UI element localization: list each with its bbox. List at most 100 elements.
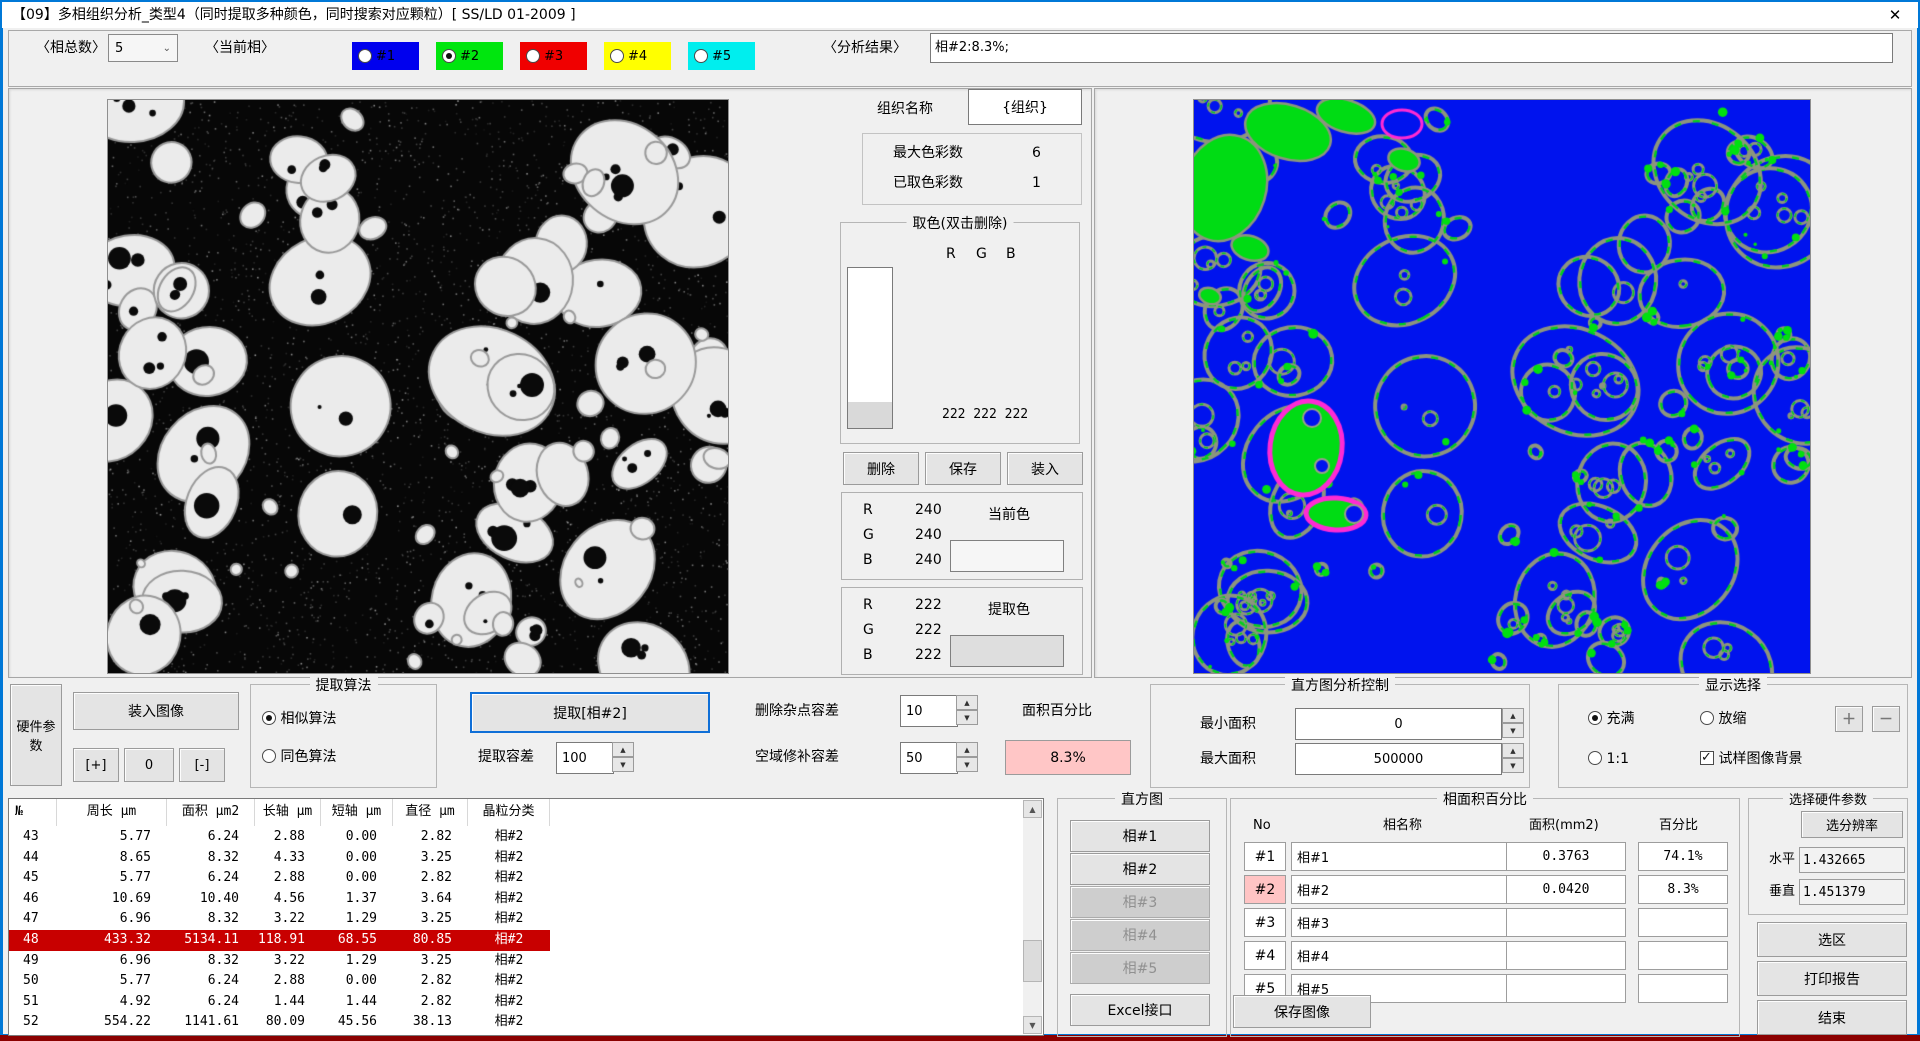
max-area-input[interactable]: 500000 <box>1295 743 1502 775</box>
small-minus-button[interactable]: － <box>1872 706 1900 732</box>
table-row[interactable]: 448.658.324.330.003.25相#2 <box>9 848 550 869</box>
phase-name-input[interactable]: 相#2 <box>1291 875 1528 904</box>
display-one-to-one-radio[interactable]: 1:1 <box>1588 750 1629 768</box>
zoom-minus-button[interactable]: [-] <box>179 748 225 782</box>
save-image-button[interactable]: 保存图像 <box>1233 995 1371 1028</box>
table-row[interactable]: 514.926.241.441.442.82相#2 <box>9 992 550 1013</box>
table-scrollbar[interactable]: ▲ ▼ <box>1023 800 1042 1034</box>
max-area-spinner[interactable]: ▲▼ <box>1502 743 1524 773</box>
scroll-down-icon[interactable]: ▼ <box>1023 1016 1042 1034</box>
spin-down-icon[interactable]: ▼ <box>1502 723 1524 738</box>
area-percent-label: 面积百分比 <box>1022 702 1092 720</box>
table-row[interactable]: 496.968.323.221.293.25相#2 <box>9 951 550 972</box>
area-percent-box: 8.3% <box>1005 740 1131 775</box>
close-button[interactable]: ✕ <box>1876 3 1914 26</box>
noise-tolerance-input[interactable]: 10 <box>900 695 958 727</box>
table-row[interactable]: 48433.325134.11118.9168.5580.85相#2 <box>9 930 550 951</box>
load-color-button[interactable]: 装入 <box>1007 452 1083 485</box>
max-colors-value: 6 <box>1032 144 1041 162</box>
source-image-canvas[interactable] <box>108 100 728 673</box>
picked-color-list[interactable] <box>847 267 893 429</box>
load-color-label: 装入 <box>1031 459 1059 479</box>
phase-no-cell[interactable]: #2 <box>1244 875 1286 904</box>
grain-table[interactable]: №周长 μm面积 μm2长轴 μm短轴 μm直径 μm晶粒分类 435.776.… <box>8 798 1044 1036</box>
min-area-spinner[interactable]: ▲▼ <box>1502 708 1524 738</box>
phase-chip-4[interactable]: #4 <box>604 42 671 70</box>
spin-down-icon[interactable]: ▼ <box>612 757 634 772</box>
table-row[interactable]: 505.776.242.880.002.82相#2 <box>9 971 550 992</box>
table-cell: 45 <box>9 868 57 889</box>
spin-down-icon[interactable]: ▼ <box>956 710 978 725</box>
table-row[interactable]: 476.968.323.221.293.25相#2 <box>9 909 550 930</box>
phase-no-cell[interactable]: #3 <box>1244 908 1286 937</box>
table-cell: 相#2 <box>468 827 550 848</box>
phase-chip-3[interactable]: #3 <box>520 42 587 70</box>
scroll-thumb[interactable] <box>1023 940 1042 982</box>
table-row[interactable]: 5311.4810.407.210.003.62相#2 <box>9 1033 550 1036</box>
table-cell: 2.82 <box>393 971 468 992</box>
phase-name-input[interactable]: 相#1 <box>1291 842 1528 871</box>
grain-table-body[interactable]: 435.776.242.880.002.82相#2448.658.324.330… <box>9 799 1043 1035</box>
phase-total-dropdown[interactable]: 5 ⌄ <box>108 34 178 62</box>
spin-up-icon[interactable]: ▲ <box>956 742 978 757</box>
phase-chip-1[interactable]: #1 <box>352 42 419 70</box>
load-image-button[interactable]: 装入图像 <box>73 692 239 730</box>
col-no-header: No <box>1253 817 1271 835</box>
table-cell: 相#2 <box>468 992 550 1013</box>
table-row[interactable]: 4610.6910.404.561.373.64相#2 <box>9 889 550 910</box>
phase-name-input[interactable]: 相#3 <box>1291 908 1528 937</box>
end-button[interactable]: 结束 <box>1757 1000 1907 1035</box>
min-area-input[interactable]: 0 <box>1295 708 1502 740</box>
analysis-result-box[interactable]: 相#2:8.3%; <box>930 33 1893 63</box>
phase-pct-value <box>1638 974 1728 1003</box>
print-report-label: 打印报告 <box>1804 969 1860 989</box>
display-full-radio[interactable]: 充满 <box>1588 710 1634 728</box>
vertical-input[interactable]: 1.451379 <box>1799 879 1905 905</box>
phase-chip-5[interactable]: #5 <box>688 42 755 70</box>
hardware-params-button[interactable]: 硬件参数 <box>10 684 62 786</box>
tolerance-input[interactable]: 100 <box>556 742 614 774</box>
spin-down-icon[interactable]: ▼ <box>1502 758 1524 773</box>
horizontal-input[interactable]: 1.432665 <box>1799 847 1905 873</box>
sample-bg-checkbox[interactable]: 试样图像背景 <box>1700 750 1802 768</box>
current-color-swatch <box>950 540 1064 572</box>
delete-color-button[interactable]: 删除 <box>843 452 919 485</box>
algo-same-radio[interactable]: 同色算法 <box>262 748 336 766</box>
spin-up-icon[interactable]: ▲ <box>612 742 634 757</box>
structure-name-input[interactable]: {组织} <box>968 89 1082 125</box>
table-row[interactable]: 435.776.242.880.002.82相#2 <box>9 827 550 848</box>
tolerance-spinner[interactable]: ▲▼ <box>612 742 634 772</box>
spin-up-icon[interactable]: ▲ <box>1502 743 1524 758</box>
fill-tolerance-spinner[interactable]: ▲▼ <box>956 742 978 772</box>
load-image-label: 装入图像 <box>128 701 184 721</box>
resolution-button[interactable]: 选分辨率 <box>1801 811 1903 838</box>
algo-similar-radio[interactable]: 相似算法 <box>262 710 336 728</box>
extract-button[interactable]: 提取[相#2] <box>470 692 710 733</box>
phase-no-cell[interactable]: #4 <box>1244 941 1286 970</box>
fill-tolerance-input[interactable]: 50 <box>900 742 958 774</box>
phase-name-input[interactable]: 相#4 <box>1291 941 1528 970</box>
phase-chip-2[interactable]: #2 <box>436 42 503 70</box>
histogram-button-2[interactable]: 相#2 <box>1070 853 1210 885</box>
histogram-button-6[interactable]: Excel接口 <box>1070 994 1210 1026</box>
table-row[interactable]: 455.776.242.880.002.82相#2 <box>9 868 550 889</box>
save-color-button[interactable]: 保存 <box>925 452 1001 485</box>
table-cell: 0.00 <box>321 848 393 869</box>
spin-down-icon[interactable]: ▼ <box>956 757 978 772</box>
zoom-plus-button[interactable]: [+] <box>73 748 119 782</box>
table-row[interactable]: 52554.221141.6180.0945.5638.13相#2 <box>9 1012 550 1033</box>
picked-color-item[interactable] <box>848 402 892 428</box>
table-cell: 11.48 <box>57 1033 167 1036</box>
display-zoom-radio[interactable]: 放缩 <box>1700 710 1746 728</box>
spin-up-icon[interactable]: ▲ <box>956 695 978 710</box>
table-cell: 1.29 <box>321 951 393 972</box>
select-region-button[interactable]: 选区 <box>1757 922 1907 957</box>
segmented-image-canvas[interactable] <box>1194 100 1810 673</box>
histogram-button-1[interactable]: 相#1 <box>1070 820 1210 852</box>
spin-up-icon[interactable]: ▲ <box>1502 708 1524 723</box>
print-report-button[interactable]: 打印报告 <box>1757 961 1907 996</box>
small-plus-button[interactable]: ＋ <box>1835 706 1863 732</box>
phase-no-cell[interactable]: #1 <box>1244 842 1286 871</box>
noise-tolerance-spinner[interactable]: ▲▼ <box>956 695 978 725</box>
scroll-up-icon[interactable]: ▲ <box>1023 800 1042 818</box>
